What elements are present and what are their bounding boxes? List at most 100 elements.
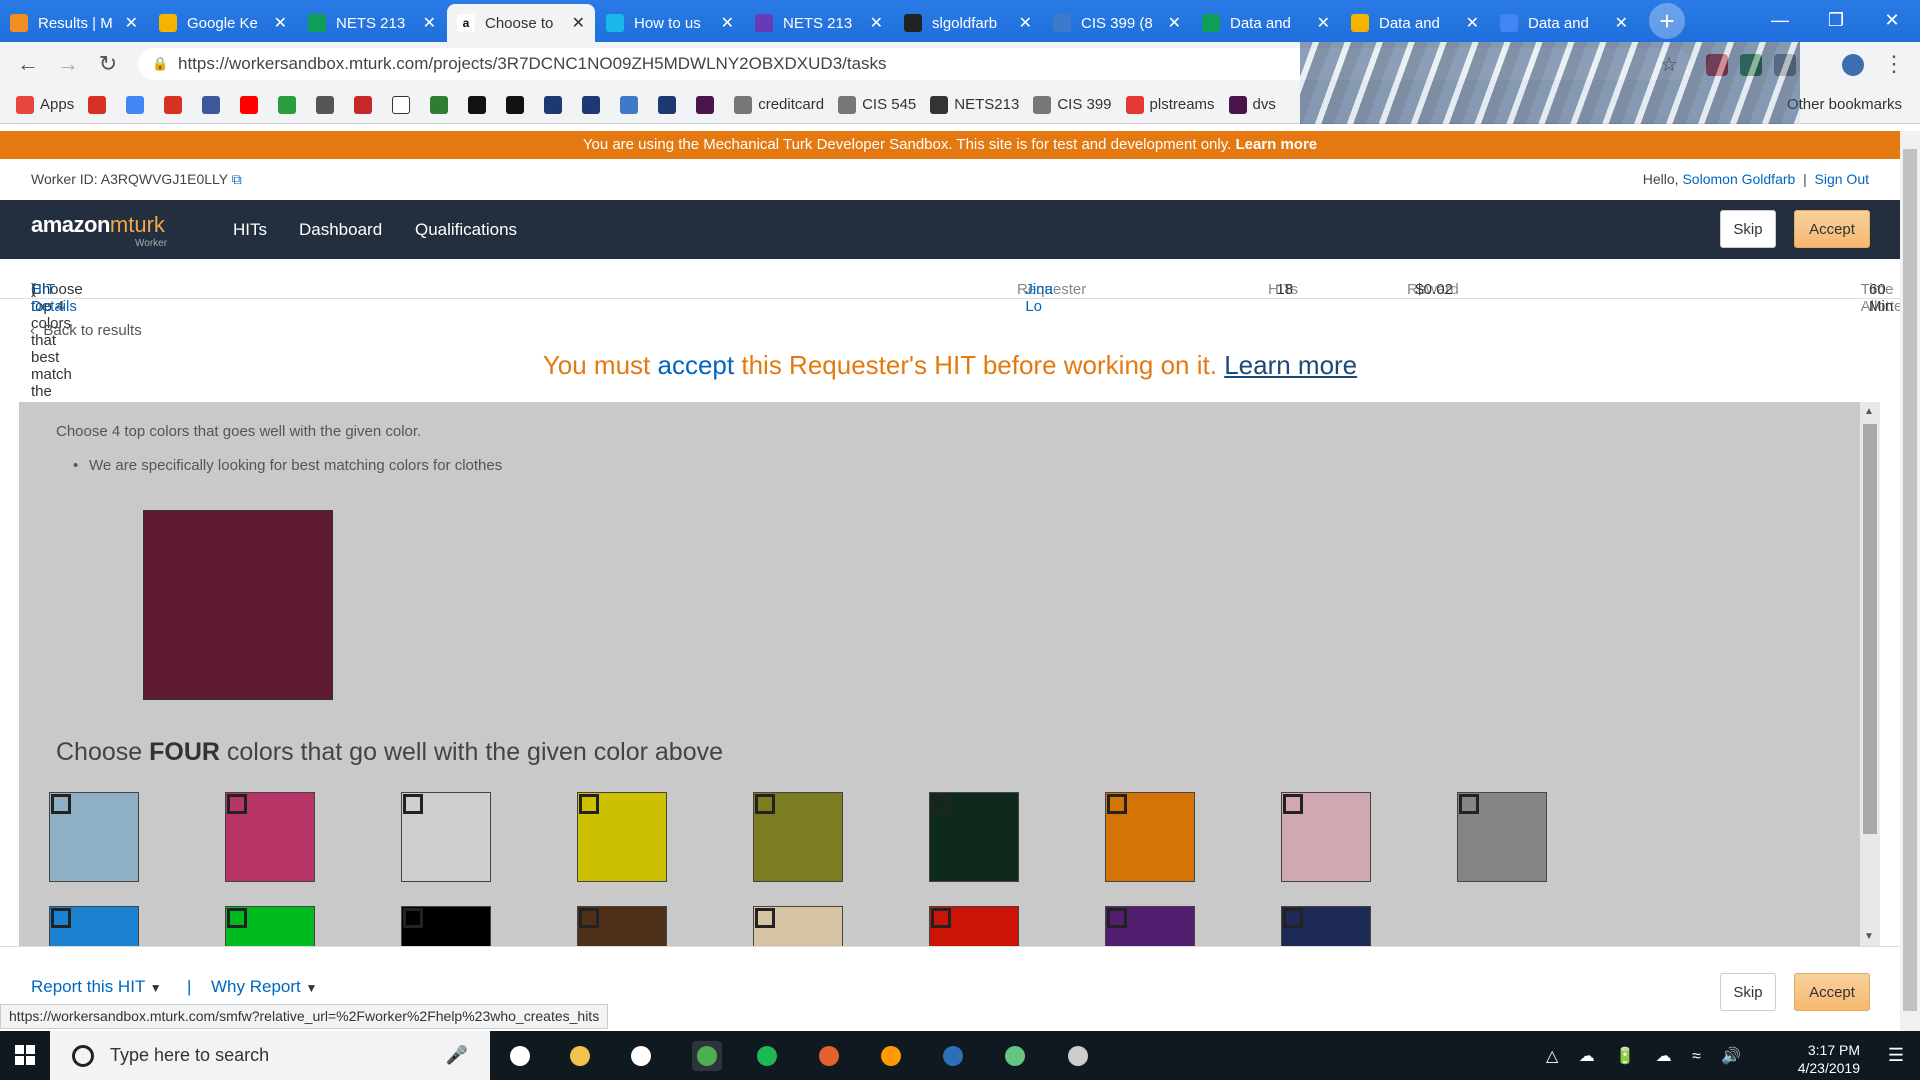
browser-tab[interactable]: NETS 213 ✕: [298, 4, 446, 42]
page-scroll-thumb[interactable]: [1903, 149, 1917, 1011]
bookmark-item[interactable]: [696, 95, 720, 114]
color-swatch-option[interactable]: [1457, 792, 1547, 882]
reload-icon[interactable]: ↻: [94, 50, 122, 78]
close-tab-icon[interactable]: ✕: [572, 13, 585, 33]
taskbar-search-input[interactable]: Type here to search 🎤: [50, 1031, 490, 1080]
bookmark-item[interactable]: [620, 95, 644, 114]
new-tab-button[interactable]: +: [1649, 3, 1685, 39]
must-accept-link[interactable]: accept: [658, 350, 735, 380]
windows-start-icon[interactable]: [15, 1045, 35, 1065]
swatch-checkbox[interactable]: [755, 908, 775, 928]
bookmark-item[interactable]: [126, 95, 150, 114]
color-swatch-option[interactable]: [753, 792, 843, 882]
mturk-logo[interactable]: amazonmturk Worker: [31, 212, 167, 249]
swatch-checkbox[interactable]: [1107, 794, 1127, 814]
page-scrollbar[interactable]: [1900, 131, 1920, 1031]
task-view-icon[interactable]: [505, 1041, 535, 1071]
frame-scroll-thumb[interactable]: [1863, 424, 1877, 834]
must-accept-learn-more-link[interactable]: Learn more: [1224, 350, 1357, 380]
copy-icon[interactable]: ⧉: [232, 171, 242, 187]
swatch-checkbox[interactable]: [227, 794, 247, 814]
back-arrow-icon[interactable]: ←: [14, 50, 42, 78]
close-tab-icon[interactable]: ✕: [125, 13, 138, 33]
skip-button[interactable]: Skip: [1720, 210, 1776, 248]
color-swatch-option[interactable]: [49, 906, 139, 946]
bookmark-item[interactable]: creditcard: [734, 95, 824, 114]
swatch-checkbox[interactable]: [579, 794, 599, 814]
color-swatch-option[interactable]: [225, 792, 315, 882]
color-swatch-option[interactable]: [401, 906, 491, 946]
r-icon[interactable]: [938, 1041, 968, 1071]
bookmark-item[interactable]: [278, 95, 302, 114]
swatch-checkbox[interactable]: [1107, 908, 1127, 928]
swatch-checkbox[interactable]: [227, 908, 247, 928]
report-hit-link[interactable]: Report this HIT ▼: [31, 977, 162, 997]
swatch-checkbox[interactable]: [931, 794, 951, 814]
color-swatch-option[interactable]: [401, 792, 491, 882]
bookmark-item[interactable]: [316, 95, 340, 114]
bookmark-item[interactable]: [468, 95, 492, 114]
swatch-checkbox[interactable]: [755, 794, 775, 814]
browser-tab[interactable]: Data and ✕: [1490, 4, 1638, 42]
bookmark-item[interactable]: [240, 95, 264, 114]
color-swatch-option[interactable]: [1281, 792, 1371, 882]
bookmark-item[interactable]: Apps: [16, 95, 74, 114]
close-tab-icon[interactable]: ✕: [1466, 13, 1479, 33]
bookmark-item[interactable]: [88, 95, 112, 114]
color-swatch-option[interactable]: [929, 792, 1019, 882]
close-tab-icon[interactable]: ✕: [274, 13, 287, 33]
file-explorer-icon[interactable]: [565, 1041, 595, 1071]
bookmark-item[interactable]: [506, 95, 530, 114]
nav-hits[interactable]: HITs: [233, 220, 267, 240]
close-tab-icon[interactable]: ✕: [423, 13, 436, 33]
notifications-icon[interactable]: ☰: [1888, 1045, 1904, 1066]
bookmark-item[interactable]: [582, 95, 606, 114]
bookmark-item[interactable]: [354, 95, 378, 114]
requester-link[interactable]: Jina Lo: [1025, 281, 1053, 315]
other-bookmarks[interactable]: Other bookmarks: [1787, 96, 1902, 113]
hit-details-link[interactable]: HIT Details: [31, 281, 77, 315]
close-window-button[interactable]: ✕: [1864, 0, 1920, 40]
accept-button[interactable]: Accept: [1794, 210, 1870, 248]
menu-dots-icon[interactable]: ⋮: [1880, 50, 1908, 78]
browser-tab[interactable]: CIS 399 (8 ✕: [1043, 4, 1191, 42]
swatch-checkbox[interactable]: [1283, 908, 1303, 928]
swatch-checkbox[interactable]: [403, 908, 423, 928]
swatch-checkbox[interactable]: [51, 794, 71, 814]
bookmark-item[interactable]: CIS 399: [1033, 95, 1112, 114]
color-swatch-option[interactable]: [577, 792, 667, 882]
back-to-results-link[interactable]: ‹ Back to results: [30, 322, 142, 339]
atom-icon[interactable]: [1000, 1041, 1030, 1071]
nav-qualifications[interactable]: Qualifications: [415, 220, 517, 240]
terminal-icon[interactable]: [1063, 1041, 1093, 1071]
sign-out-link[interactable]: Sign Out: [1815, 171, 1869, 187]
swatch-checkbox[interactable]: [403, 794, 423, 814]
browser-tab[interactable]: Data and ✕: [1341, 4, 1489, 42]
matlab-icon[interactable]: [814, 1041, 844, 1071]
nav-dashboard[interactable]: Dashboard: [299, 220, 382, 240]
bookmark-item[interactable]: [392, 95, 416, 114]
bookmark-item[interactable]: dvs: [1228, 95, 1276, 114]
browser-tab[interactable]: Data and ✕: [1192, 4, 1340, 42]
close-tab-icon[interactable]: ✕: [1317, 13, 1330, 33]
color-swatch-option[interactable]: [929, 906, 1019, 946]
illustrator-icon[interactable]: [876, 1041, 906, 1071]
bookmark-item[interactable]: NETS213: [930, 95, 1019, 114]
bookmark-item[interactable]: plstreams: [1125, 95, 1215, 114]
bookmark-item[interactable]: [164, 95, 188, 114]
minimize-button[interactable]: —: [1752, 0, 1808, 40]
close-tab-icon[interactable]: ✕: [1615, 13, 1628, 33]
profile-avatar[interactable]: [1842, 54, 1864, 76]
sandbox-learn-more-link[interactable]: Learn more: [1235, 136, 1317, 153]
close-tab-icon[interactable]: ✕: [870, 13, 883, 33]
color-swatch-option[interactable]: [577, 906, 667, 946]
color-swatch-option[interactable]: [1105, 792, 1195, 882]
browser-tab[interactable]: NETS 213 ✕: [745, 4, 893, 42]
close-tab-icon[interactable]: ✕: [1019, 13, 1032, 33]
spotify-icon[interactable]: [752, 1041, 782, 1071]
close-tab-icon[interactable]: ✕: [721, 13, 734, 33]
system-tray-icons[interactable]: △ ☁ 🔋 ☁ ≈ 🔊: [1546, 1046, 1749, 1066]
microphone-icon[interactable]: 🎤: [446, 1045, 468, 1066]
browser-tab[interactable]: Results | M ✕: [0, 4, 148, 42]
swatch-checkbox[interactable]: [1283, 794, 1303, 814]
